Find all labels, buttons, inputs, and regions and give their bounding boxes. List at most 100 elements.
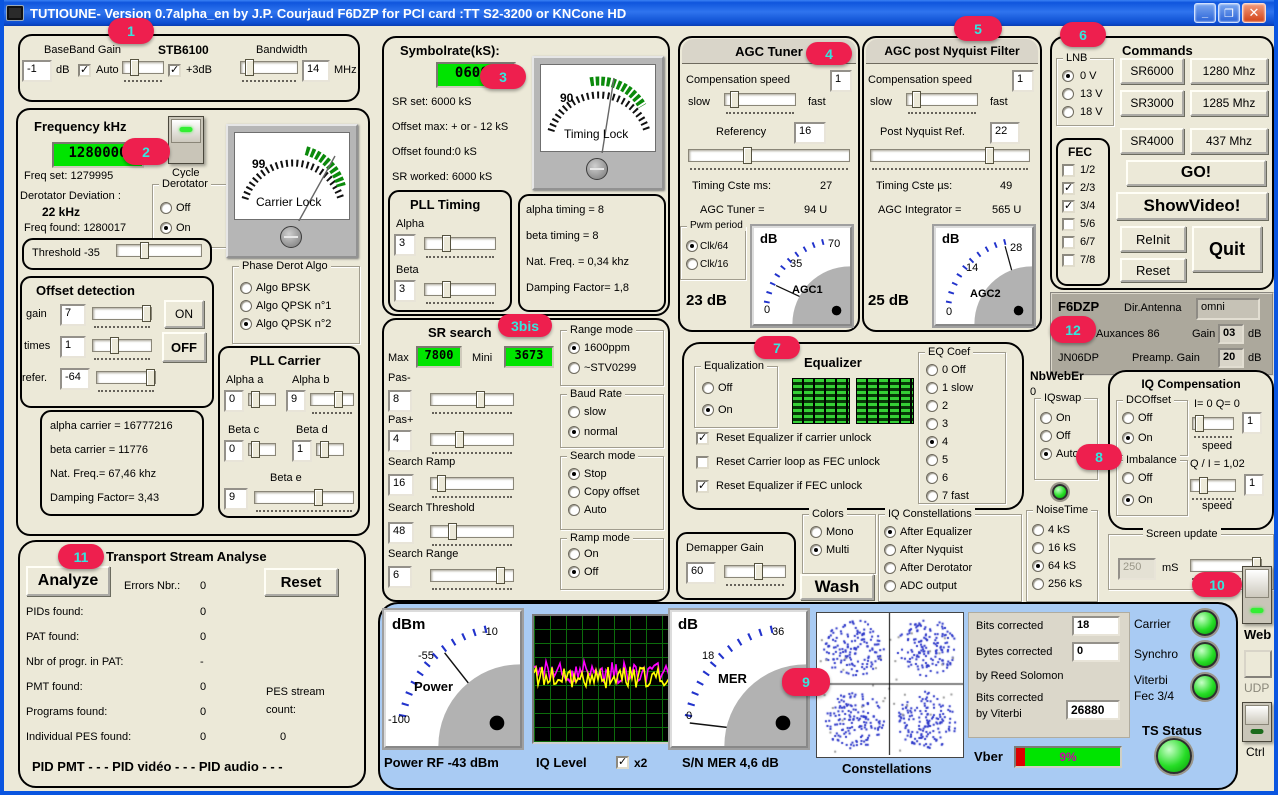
radio-eqcoef-0[interactable] [926, 364, 938, 376]
viterbi-bits-field[interactable]: 26880 [1066, 700, 1120, 720]
radio-eqcoef-1[interactable] [926, 382, 938, 394]
threshold-slider[interactable] [116, 243, 202, 263]
pll-alpha-field[interactable]: 3 [394, 234, 416, 256]
radio-colors-multi[interactable] [810, 544, 822, 556]
radio-baud-normal[interactable] [568, 426, 580, 438]
gain-field[interactable]: 7 [60, 304, 86, 326]
offset-on-button[interactable]: ON [164, 300, 204, 328]
search-threshold-slider[interactable] [430, 524, 514, 544]
radio-derotator-on[interactable] [160, 222, 172, 234]
pas-plus-field[interactable]: 4 [388, 430, 412, 452]
maximize-button[interactable]: ❐ [1218, 3, 1240, 23]
fec-67-checkbox[interactable] [1062, 236, 1075, 249]
gain-slider[interactable] [92, 306, 152, 326]
radio-noise-64ks[interactable] [1032, 560, 1044, 572]
dir-antenna-field[interactable]: omni [1196, 298, 1260, 320]
beta-c-field[interactable]: 0 [224, 440, 244, 462]
search-ramp-slider[interactable] [430, 476, 514, 496]
radio-colors-mono[interactable] [810, 526, 822, 538]
ctrl-toggle[interactable] [1242, 702, 1272, 742]
screen-update-field[interactable]: 250 [1118, 558, 1156, 580]
radio-lnb-18v[interactable] [1062, 106, 1074, 118]
bandwidth-slider[interactable] [240, 60, 298, 80]
pas-minus-slider[interactable] [430, 392, 514, 412]
search-threshold-field[interactable]: 48 [388, 522, 414, 544]
post-ref-field[interactable]: 22 [990, 122, 1020, 144]
bytes-corrected-field[interactable]: 0 [1072, 642, 1120, 662]
mini-field[interactable]: 3673 [504, 346, 554, 368]
pll-beta-field[interactable]: 3 [394, 280, 416, 302]
agc-ref-slider[interactable] [688, 148, 850, 168]
search-range-slider[interactable] [430, 568, 514, 588]
alpha-b-slider[interactable] [310, 392, 354, 412]
post-comp-slider[interactable] [906, 92, 978, 112]
imbalance-speed-field[interactable]: 1 [1244, 474, 1264, 496]
radio-imbalance-off[interactable] [1122, 472, 1134, 484]
post-comp-field[interactable]: 1 [1012, 70, 1034, 92]
radio-algo-qpsk1[interactable] [240, 300, 252, 312]
radio-ramp-on[interactable] [568, 548, 580, 560]
plus3db-checkbox[interactable] [168, 64, 181, 77]
quit-button[interactable]: Quit [1192, 226, 1262, 272]
minimize-button[interactable]: _ [1194, 3, 1216, 23]
post-ref-slider[interactable] [870, 148, 1030, 168]
sr6000-button[interactable]: SR6000 [1120, 58, 1184, 84]
freq-1285-button[interactable]: 1285 Mhz [1190, 90, 1268, 116]
pas-plus-slider[interactable] [430, 432, 514, 452]
timing-meter-knob[interactable] [586, 158, 608, 180]
preamp-gain-field[interactable]: 20 [1218, 348, 1244, 368]
ant-gain-field[interactable]: 03 [1218, 324, 1244, 344]
pll-alpha-slider[interactable] [424, 236, 496, 256]
search-range-field[interactable]: 6 [388, 566, 412, 588]
udp-button[interactable] [1244, 650, 1272, 678]
max-field[interactable]: 7800 [416, 346, 462, 368]
fec-12-checkbox[interactable] [1062, 164, 1075, 177]
radio-equalization-on[interactable] [702, 404, 714, 416]
alpha-a-slider[interactable] [248, 392, 276, 412]
radio-imbalance-on[interactable] [1122, 494, 1134, 506]
close-button[interactable]: ✕ [1242, 3, 1266, 23]
times-slider[interactable] [92, 338, 152, 358]
reset-button[interactable]: Reset [1120, 258, 1186, 282]
beta-d-slider[interactable] [316, 442, 344, 462]
pll-beta-slider[interactable] [424, 282, 496, 302]
radio-after-derotator[interactable] [884, 562, 896, 574]
radio-after-nyquist[interactable] [884, 544, 896, 556]
reset-carrier-fec-checkbox[interactable] [696, 456, 709, 469]
radio-algo-qpsk2[interactable] [240, 318, 252, 330]
offset-off-button[interactable]: OFF [162, 332, 206, 362]
sr3000-button[interactable]: SR3000 [1120, 90, 1184, 116]
radio-algo-bpsk[interactable] [240, 282, 252, 294]
radio-clk16[interactable] [686, 258, 698, 270]
radio-eqcoef-3[interactable] [926, 418, 938, 430]
dcoffset-speed-slider[interactable] [1192, 416, 1234, 436]
radio-lnb-0v[interactable] [1062, 70, 1074, 82]
radio-lnb-13v[interactable] [1062, 88, 1074, 100]
beta-c-slider[interactable] [248, 442, 276, 462]
fec-34-checkbox[interactable] [1062, 200, 1075, 213]
radio-eqcoef-5[interactable] [926, 454, 938, 466]
radio-copy-offset[interactable] [568, 486, 580, 498]
radio-clk64[interactable] [686, 240, 698, 252]
refer-slider[interactable] [96, 370, 156, 390]
radio-eqcoef-7[interactable] [926, 490, 938, 502]
referency-field[interactable]: 16 [794, 122, 826, 144]
web-toggle[interactable] [1242, 566, 1272, 624]
radio-baud-slow[interactable] [568, 406, 580, 418]
bits-corrected-field[interactable]: 18 [1072, 616, 1120, 636]
dcoffset-speed-field[interactable]: 1 [1242, 412, 1262, 434]
beta-d-field[interactable]: 1 [292, 440, 312, 462]
alpha-b-field[interactable]: 9 [286, 390, 306, 412]
radio-noise-4ks[interactable] [1032, 524, 1044, 536]
fec-56-checkbox[interactable] [1062, 218, 1075, 231]
reset-eq-fec-checkbox[interactable] [696, 480, 709, 493]
wash-button[interactable]: Wash [800, 574, 874, 600]
pas-minus-field[interactable]: 8 [388, 390, 412, 412]
radio-iqswap-auto[interactable] [1040, 448, 1052, 460]
radio-after-equalizer[interactable] [884, 526, 896, 538]
radio-stv0299[interactable] [568, 362, 580, 374]
radio-eqcoef-4[interactable] [926, 436, 938, 448]
fec-23-checkbox[interactable] [1062, 182, 1075, 195]
bandwidth-field[interactable]: 14 [302, 60, 330, 82]
showvideo-button[interactable]: ShowVideo! [1116, 192, 1268, 220]
